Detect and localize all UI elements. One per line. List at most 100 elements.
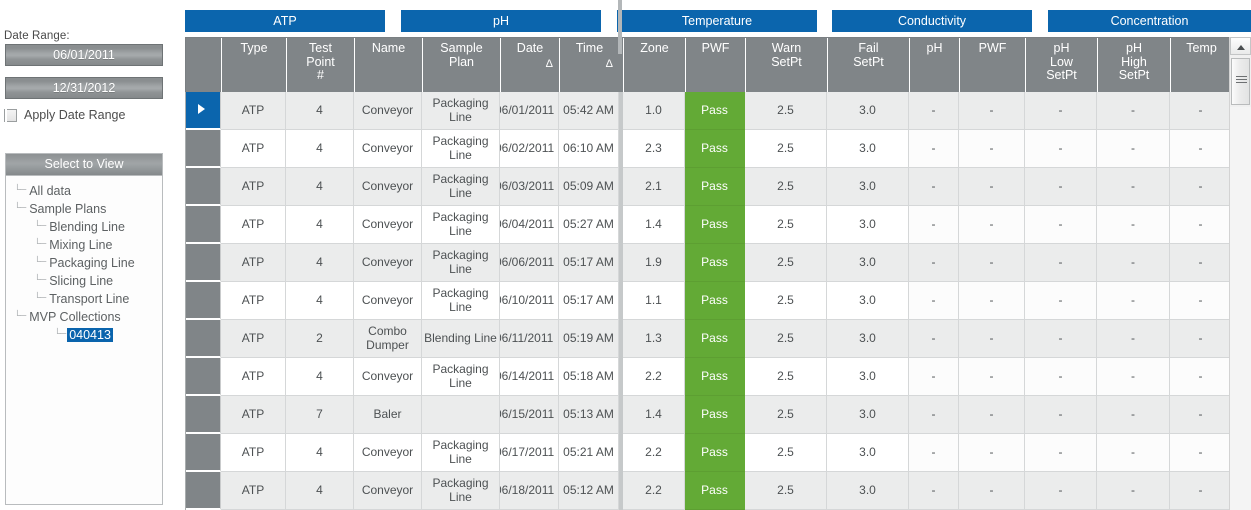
- group-header-conductivity[interactable]: Conductivity: [832, 10, 1032, 32]
- cell-temp[interactable]: -: [1170, 320, 1232, 358]
- cell-time[interactable]: 05:13 AM: [559, 396, 619, 434]
- cell-phlow[interactable]: -: [1025, 320, 1097, 358]
- cell-zone[interactable]: 1.1: [623, 282, 685, 320]
- cell-ph[interactable]: -: [909, 282, 959, 320]
- cell-ph[interactable]: -: [909, 472, 959, 510]
- cell-pwf1[interactable]: Pass: [685, 244, 745, 282]
- cell-ph[interactable]: -: [909, 320, 959, 358]
- cell-ph[interactable]: -: [909, 358, 959, 396]
- cell-testpoint[interactable]: 4: [286, 358, 354, 396]
- grid-vertical-scrollbar[interactable]: [1229, 37, 1251, 510]
- cell-time[interactable]: 05:27 AM: [559, 206, 619, 244]
- cell-pwf2[interactable]: -: [959, 472, 1025, 510]
- cell-date[interactable]: 06/15/2011: [500, 396, 559, 434]
- cell-date[interactable]: 06/14/2011: [500, 358, 559, 396]
- column-header-ph[interactable]: pH: [909, 38, 959, 92]
- cell-plan[interactable]: Packaging Line: [422, 282, 500, 320]
- cell-phhigh[interactable]: -: [1097, 130, 1170, 168]
- row-selector[interactable]: [186, 434, 221, 472]
- cell-testpoint[interactable]: 4: [286, 92, 354, 130]
- cell-temp[interactable]: -: [1170, 282, 1232, 320]
- sort-indicator-icon[interactable]: Δ: [546, 58, 553, 72]
- cell-testpoint[interactable]: 2: [286, 320, 354, 358]
- cell-testpoint[interactable]: 4: [286, 282, 354, 320]
- cell-pwf1[interactable]: Pass: [685, 434, 745, 472]
- tree-item-sample-plans[interactable]: └─ Sample Plans: [6, 200, 162, 218]
- column-header-phhigh[interactable]: pH High SetPt: [1097, 38, 1170, 92]
- cell-pwf1[interactable]: Pass: [685, 168, 745, 206]
- column-header-pwf1[interactable]: PWF: [685, 38, 745, 92]
- cell-warn[interactable]: 2.5: [745, 358, 827, 396]
- cell-phlow[interactable]: -: [1025, 92, 1097, 130]
- cell-type[interactable]: ATP: [221, 168, 286, 206]
- cell-date[interactable]: 06/04/2011: [500, 206, 559, 244]
- cell-pwf1[interactable]: Pass: [685, 206, 745, 244]
- cell-zone[interactable]: 2.2: [623, 434, 685, 472]
- column-header-plan[interactable]: Sample Plan: [422, 38, 500, 92]
- column-header-temp[interactable]: Temp: [1170, 38, 1232, 92]
- cell-zone[interactable]: 2.1: [623, 168, 685, 206]
- row-selector[interactable]: [186, 130, 221, 168]
- cell-zone[interactable]: 1.9: [623, 244, 685, 282]
- cell-time[interactable]: 05:21 AM: [559, 434, 619, 472]
- cell-plan[interactable]: Packaging Line: [422, 130, 500, 168]
- cell-ph[interactable]: -: [909, 434, 959, 472]
- cell-phlow[interactable]: -: [1025, 358, 1097, 396]
- cell-pwf2[interactable]: -: [959, 320, 1025, 358]
- cell-zone[interactable]: 2.2: [623, 472, 685, 510]
- cell-warn[interactable]: 2.5: [745, 320, 827, 358]
- cell-phlow[interactable]: -: [1025, 472, 1097, 510]
- cell-temp[interactable]: -: [1170, 244, 1232, 282]
- table-row[interactable]: ATP 4 Conveyor Packaging Line 06/01/2011 05:4…: [186, 92, 1234, 130]
- cell-plan[interactable]: Packaging Line: [422, 434, 500, 472]
- cell-name[interactable]: Conveyor: [354, 206, 422, 244]
- cell-name[interactable]: Conveyor: [354, 358, 422, 396]
- table-row[interactable]: ATP 4 Conveyor Packaging Line 06/10/2011 05:1…: [186, 282, 1234, 320]
- cell-plan[interactable]: Blending Line: [422, 320, 500, 358]
- row-selector[interactable]: [186, 320, 221, 358]
- cell-temp[interactable]: -: [1170, 206, 1232, 244]
- cell-pwf2[interactable]: -: [959, 92, 1025, 130]
- cell-fail[interactable]: 3.0: [827, 320, 909, 358]
- cell-date[interactable]: 06/17/2011: [500, 434, 559, 472]
- group-header-concentration[interactable]: Concentration: [1048, 10, 1251, 32]
- cell-fail[interactable]: 3.0: [827, 396, 909, 434]
- date-from-button[interactable]: 06/01/2011: [5, 44, 163, 66]
- tree-item-transport-line[interactable]: └─ Transport Line: [6, 290, 162, 308]
- cell-type[interactable]: ATP: [221, 282, 286, 320]
- cell-warn[interactable]: 2.5: [745, 282, 827, 320]
- cell-pwf2[interactable]: -: [959, 358, 1025, 396]
- cell-temp[interactable]: -: [1170, 472, 1232, 510]
- cell-ph[interactable]: -: [909, 206, 959, 244]
- cell-ph[interactable]: -: [909, 92, 959, 130]
- cell-ph[interactable]: -: [909, 244, 959, 282]
- cell-date[interactable]: 06/01/2011: [500, 92, 559, 130]
- cell-pwf2[interactable]: -: [959, 434, 1025, 472]
- cell-testpoint[interactable]: 4: [286, 244, 354, 282]
- tree-item-blending-line[interactable]: └─ Blending Line: [6, 218, 162, 236]
- cell-name[interactable]: Baler: [354, 396, 422, 434]
- cell-type[interactable]: ATP: [221, 434, 286, 472]
- cell-fail[interactable]: 3.0: [827, 282, 909, 320]
- column-header-warn[interactable]: Warn SetPt: [745, 38, 827, 92]
- cell-phhigh[interactable]: -: [1097, 282, 1170, 320]
- cell-phhigh[interactable]: -: [1097, 472, 1170, 510]
- cell-warn[interactable]: 2.5: [745, 130, 827, 168]
- cell-temp[interactable]: -: [1170, 92, 1232, 130]
- cell-warn[interactable]: 2.5: [745, 396, 827, 434]
- cell-plan[interactable]: [422, 396, 500, 434]
- cell-zone[interactable]: 1.3: [623, 320, 685, 358]
- select-to-view-header[interactable]: Select to View: [6, 154, 162, 176]
- table-row[interactable]: ATP 4 Conveyor Packaging Line 06/18/2011 05:1…: [186, 472, 1234, 510]
- cell-name[interactable]: Conveyor: [354, 434, 422, 472]
- cell-plan[interactable]: Packaging Line: [422, 168, 500, 206]
- table-row[interactable]: ATP 4 Conveyor Packaging Line 06/02/2011 06:1…: [186, 130, 1234, 168]
- scrollbar-track[interactable]: [1230, 107, 1251, 510]
- cell-ph[interactable]: -: [909, 396, 959, 434]
- cell-time[interactable]: 05:18 AM: [559, 358, 619, 396]
- cell-type[interactable]: ATP: [221, 92, 286, 130]
- date-to-button[interactable]: 12/31/2012: [5, 77, 163, 99]
- cell-phlow[interactable]: -: [1025, 206, 1097, 244]
- cell-date[interactable]: 06/11/2011: [500, 320, 559, 358]
- cell-fail[interactable]: 3.0: [827, 244, 909, 282]
